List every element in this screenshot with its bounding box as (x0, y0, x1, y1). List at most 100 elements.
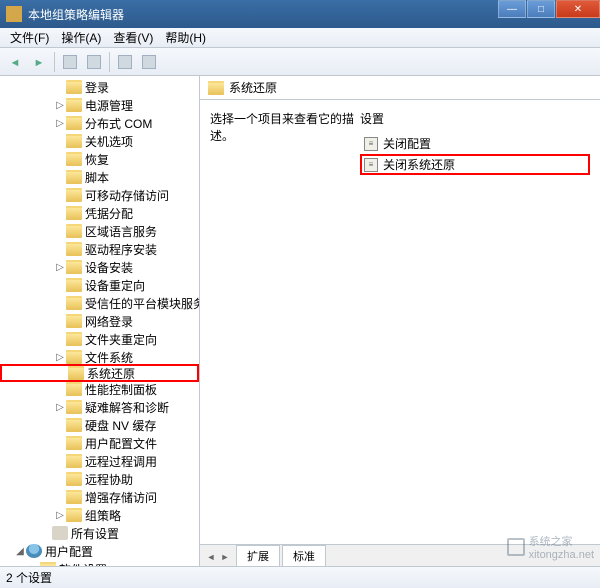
tree-item[interactable]: 脚本 (0, 168, 199, 186)
tab-next-button[interactable]: ► (218, 552, 232, 566)
folder-icon (66, 508, 82, 522)
folder-icon (66, 98, 82, 112)
menu-file[interactable]: 文件(F) (4, 27, 55, 48)
tree-expander-icon[interactable]: ▷ (54, 262, 66, 273)
minimize-button[interactable]: — (498, 0, 526, 18)
tree-expander-icon[interactable]: ▷ (54, 100, 66, 111)
main-area: 登录▷电源管理▷分布式 COM关机选项恢复脚本可移动存储访问凭据分配区域语言服务… (0, 76, 600, 566)
tree-item[interactable]: 远程协助 (0, 470, 199, 488)
tree-item-label: 区域语言服务 (85, 223, 157, 240)
user-config-icon (26, 544, 42, 558)
tree-item[interactable]: 网络登录 (0, 312, 199, 330)
tree-item[interactable]: 文件夹重定向 (0, 330, 199, 348)
tree-item-label: 所有设置 (71, 525, 119, 542)
menubar: 文件(F) 操作(A) 查看(V) 帮助(H) (0, 28, 600, 48)
tree-item-label: 驱动程序安装 (85, 241, 157, 258)
tree-item-label: 用户配置文件 (85, 435, 157, 452)
tree-item[interactable]: 远程过程调用 (0, 452, 199, 470)
folder-icon (66, 418, 82, 432)
tree-item-label: 登录 (85, 79, 109, 96)
tree-item-label: 性能控制面板 (85, 381, 157, 398)
window-title: 本地组策略编辑器 (28, 6, 124, 23)
tree-item-label: 系统还原 (87, 365, 135, 382)
folder-icon (66, 296, 82, 310)
tree-expander-icon[interactable]: ▷ (28, 564, 40, 567)
toolbar-separator (54, 52, 55, 72)
tree-item[interactable]: 驱动程序安装 (0, 240, 199, 258)
content-header: 系统还原 (200, 76, 600, 100)
tab-standard[interactable]: 标准 (282, 545, 326, 566)
tree-item[interactable]: 区域语言服务 (0, 222, 199, 240)
tool-icon (142, 55, 156, 69)
description-area: 选择一个项目来查看它的描述。 (210, 110, 360, 534)
tree-item[interactable]: ▷分布式 COM (0, 114, 199, 132)
menu-view[interactable]: 查看(V) (107, 27, 159, 48)
tree-item[interactable]: 用户配置文件 (0, 434, 199, 452)
tree-item[interactable]: ▷电源管理 (0, 96, 199, 114)
close-button[interactable]: ✕ (556, 0, 600, 18)
toolbar-button-1[interactable] (59, 51, 81, 73)
tree-item[interactable]: 关机选项 (0, 132, 199, 150)
tree-item[interactable]: 设备重定向 (0, 276, 199, 294)
folder-icon (40, 562, 56, 566)
tree-item[interactable]: ▷疑难解答和诊断 (0, 398, 199, 416)
settings-column-header: 设置 (360, 110, 590, 127)
content-body: 选择一个项目来查看它的描述。 设置 ≡ 关闭配置 ≡关闭系统还原 (200, 100, 600, 544)
tab-extended[interactable]: 扩展 (236, 545, 280, 566)
menu-help[interactable]: 帮助(H) (159, 27, 212, 48)
tree-item-label: 用户配置 (45, 543, 93, 560)
folder-icon (66, 382, 82, 396)
tree-item[interactable]: 受信任的平台模块服务 (0, 294, 199, 312)
tree-item[interactable]: 登录 (0, 78, 199, 96)
tree-item[interactable]: 性能控制面板 (0, 380, 199, 398)
tool-icon (63, 55, 77, 69)
tree-expander-icon[interactable]: ▷ (54, 118, 66, 129)
setting-item[interactable]: ≡关闭系统还原 (360, 154, 590, 175)
tree-item[interactable]: 硬盘 NV 缓存 (0, 416, 199, 434)
toolbar-button-3[interactable] (114, 51, 136, 73)
tree-item-label: 可移动存储访问 (85, 187, 169, 204)
menu-action[interactable]: 操作(A) (55, 27, 107, 48)
folder-icon (66, 260, 82, 274)
tree-item-label: 增强存储访问 (85, 489, 157, 506)
tab-nav: ◄ ► (204, 552, 232, 566)
tree-item[interactable]: 可移动存储访问 (0, 186, 199, 204)
toolbar-button-2[interactable] (83, 51, 105, 73)
tree-pane[interactable]: 登录▷电源管理▷分布式 COM关机选项恢复脚本可移动存储访问凭据分配区域语言服务… (0, 76, 200, 566)
folder-icon (208, 81, 224, 95)
setting-item[interactable]: ≡ 关闭配置 (360, 133, 590, 154)
tree-item[interactable]: ▷软件设置 (0, 560, 199, 566)
nav-back-button[interactable] (4, 51, 26, 73)
tree-item-label: 文件系统 (85, 349, 133, 366)
setting-label: 关闭配置 (383, 135, 431, 152)
folder-icon (66, 206, 82, 220)
content-title: 系统还原 (229, 79, 277, 96)
tree-expander-icon[interactable]: ◢ (14, 546, 26, 557)
folder-icon (66, 242, 82, 256)
nav-forward-button[interactable] (28, 51, 50, 73)
tree-item[interactable]: ▷设备安装 (0, 258, 199, 276)
tree-item[interactable]: 凭据分配 (0, 204, 199, 222)
tab-prev-button[interactable]: ◄ (204, 552, 218, 566)
toolbar-separator (109, 52, 110, 72)
tree-item-label: 凭据分配 (85, 205, 133, 222)
folder-icon (66, 170, 82, 184)
tree-item[interactable]: 增强存储访问 (0, 488, 199, 506)
policy-setting-icon: ≡ (364, 137, 378, 151)
arrow-right-icon (34, 55, 45, 69)
folder-icon (66, 332, 82, 346)
app-icon (6, 6, 22, 22)
tree-expander-icon[interactable]: ▷ (54, 402, 66, 413)
tree-item[interactable]: ◢ 用户配置 (0, 542, 199, 560)
settings-area: 设置 ≡ 关闭配置 ≡关闭系统还原 (360, 110, 590, 534)
description-text: 选择一个项目来查看它的描述。 (210, 110, 360, 144)
tool-icon (87, 55, 101, 69)
maximize-button[interactable]: □ (527, 0, 555, 18)
tree-expander-icon[interactable]: ▷ (54, 352, 66, 363)
tree-item[interactable]: 所有设置 (0, 524, 199, 542)
tree-expander-icon[interactable]: ▷ (54, 510, 66, 521)
tree-item[interactable]: 恢复 (0, 150, 199, 168)
tree-item[interactable]: ▷ 组策略 (0, 506, 199, 524)
tree-item-label: 组策略 (85, 507, 121, 524)
toolbar-button-4[interactable] (138, 51, 160, 73)
